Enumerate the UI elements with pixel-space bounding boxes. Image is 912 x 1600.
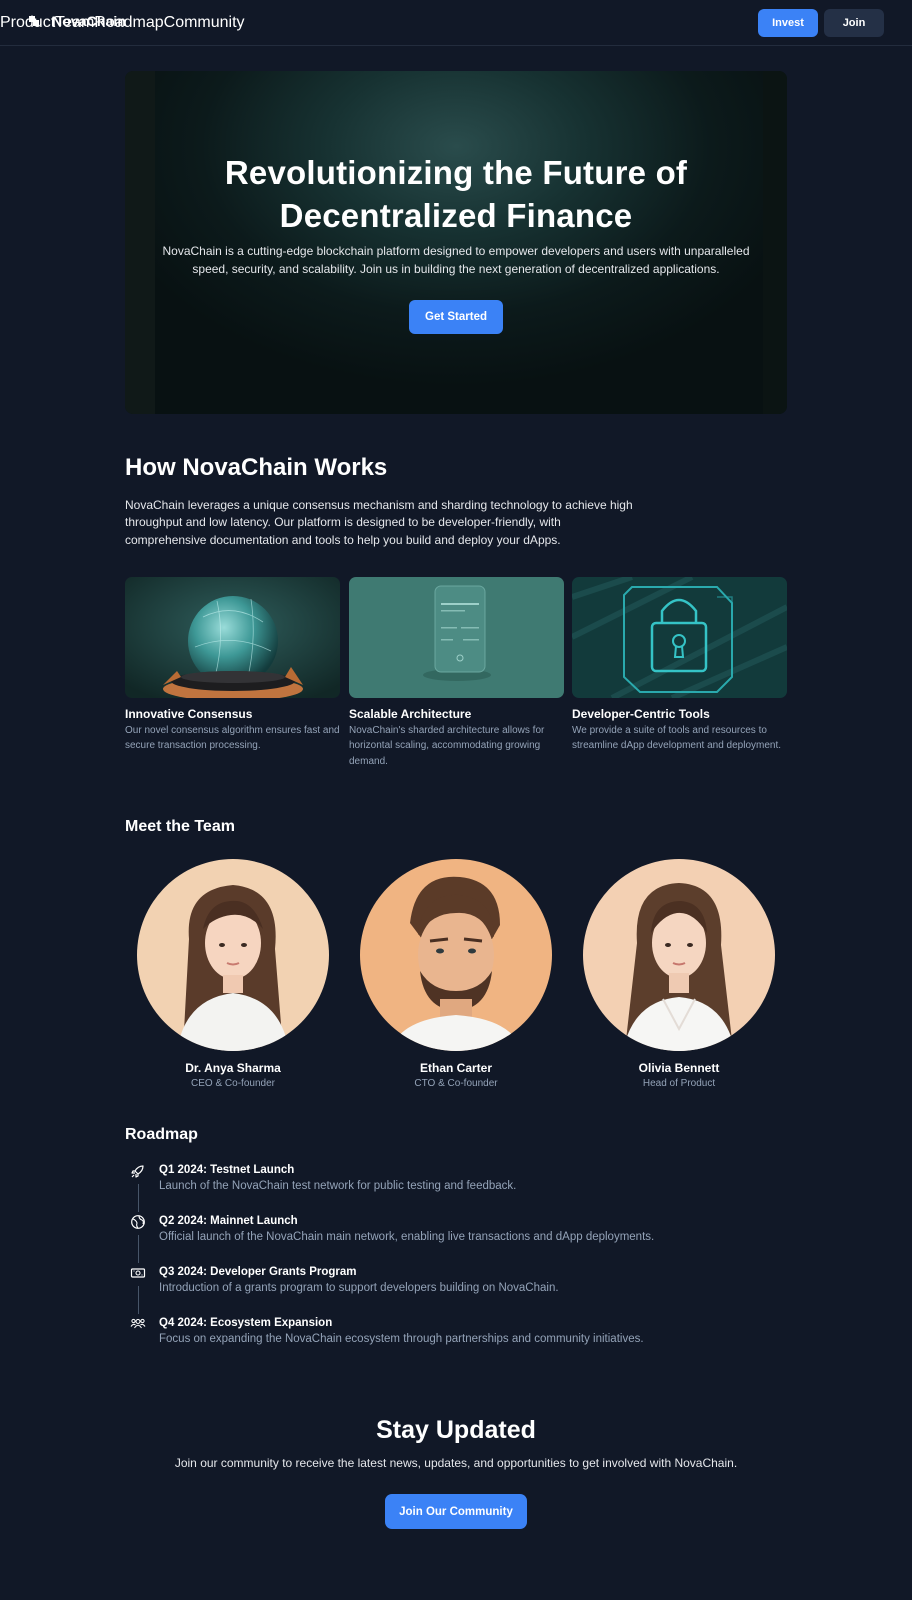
- card-title: Scalable Architecture: [349, 707, 472, 721]
- invest-button[interactable]: Invest: [758, 9, 818, 37]
- timeline-connector: [138, 1286, 139, 1314]
- roadmap-item: Q1 2024: Testnet Launch Launch of the No…: [130, 1163, 830, 1212]
- team-member-card: Dr. Anya Sharma CEO & Co-founder: [137, 859, 329, 1089]
- avatar: [137, 859, 329, 1051]
- nav-item-community[interactable]: Community: [164, 14, 245, 32]
- feature-card-tools: Developer-Centric Tools We provide a sui…: [572, 577, 787, 751]
- logo-icon: [28, 14, 42, 28]
- member-role: CTO & Co-founder: [414, 1078, 498, 1089]
- rocket-icon: [131, 1165, 144, 1178]
- brand-name: NovaChain: [52, 13, 127, 29]
- globe-icon: [131, 1215, 145, 1229]
- member-name: Ethan Carter: [419, 1061, 493, 1075]
- team-member-card: Ethan Carter CTO & Co-founder: [360, 859, 552, 1089]
- feature-card-consensus: Innovative Consensus Our novel consensus…: [125, 577, 340, 751]
- hero-title: Revolutionizing the Future of Decentrali…: [125, 151, 787, 237]
- card-title: Developer-Centric Tools: [572, 707, 710, 721]
- feature-card-architecture: Scalable Architecture NovaChain's sharde…: [349, 577, 564, 767]
- how-section-text: NovaChain leverages a unique consensus m…: [125, 498, 633, 547]
- avatar: [583, 859, 775, 1051]
- timeline-connector: [138, 1184, 139, 1212]
- how-section-title: How NovaChain Works: [125, 454, 388, 481]
- card-title: Innovative Consensus: [125, 707, 253, 721]
- roadmap-item-title: Q2 2024: Mainnet Launch: [159, 1215, 298, 1227]
- card-text: NovaChain's sharded architecture allows …: [349, 725, 545, 767]
- roadmap-item: Q3 2024: Developer Grants Program Introd…: [130, 1265, 830, 1314]
- roadmap-item-text: Launch of the NovaChain test network for…: [159, 1180, 517, 1192]
- join-community-button[interactable]: Join Our Community: [385, 1494, 527, 1529]
- cta-title: Stay Updated: [376, 1416, 536, 1444]
- hero-banner: Revolutionizing the Future of Decentrali…: [125, 71, 787, 414]
- crystal-ball-image: [125, 577, 340, 698]
- roadmap-item-title: Q4 2024: Ecosystem Expansion: [159, 1317, 333, 1329]
- roadmap-item: Q2 2024: Mainnet Launch Official launch …: [130, 1214, 830, 1263]
- team-member-card: Olivia Bennett Head of Product: [583, 859, 775, 1089]
- site-header: NovaChain Product Team Roadmap Community…: [0, 0, 912, 46]
- avatar: [360, 859, 552, 1051]
- roadmap-item-title: Q3 2024: Developer Grants Program: [159, 1266, 357, 1278]
- team-section-title: Meet the Team: [125, 818, 235, 835]
- hero-title-line2: Decentralized Finance: [279, 197, 633, 234]
- roadmap-item-text: Focus on expanding the NovaChain ecosyst…: [159, 1333, 644, 1345]
- member-role: CEO & Co-founder: [191, 1078, 275, 1089]
- roadmap-item-text: Introduction of a grants program to supp…: [159, 1282, 559, 1294]
- timeline-connector: [138, 1235, 139, 1263]
- hero-subtitle: NovaChain is a cutting-edge blockchain p…: [162, 244, 750, 276]
- member-name: Olivia Bennett: [638, 1061, 720, 1075]
- money-icon: [130, 1268, 146, 1278]
- padlock-image: [572, 577, 787, 698]
- roadmap-item-title: Q1 2024: Testnet Launch: [159, 1164, 295, 1176]
- hero-title-line1: Revolutionizing the Future of: [224, 154, 688, 191]
- card-text: Our novel consensus algorithm ensures fa…: [125, 725, 340, 752]
- roadmap-item: Q4 2024: Ecosystem Expansion Focus on ex…: [130, 1316, 830, 1356]
- member-role: Head of Product: [642, 1078, 716, 1089]
- roadmap-section-title: Roadmap: [125, 1126, 198, 1143]
- roadmap-item-text: Official launch of the NovaChain main ne…: [159, 1231, 655, 1243]
- brand-logo[interactable]: NovaChain: [28, 13, 126, 29]
- join-button[interactable]: Join: [824, 9, 884, 37]
- card-text: We provide a suite of tools and resource…: [572, 725, 782, 752]
- get-started-button[interactable]: Get Started: [409, 300, 503, 334]
- users-icon: [130, 1318, 146, 1329]
- cta-text: Join our community to receive the latest…: [174, 1456, 738, 1470]
- member-name: Dr. Anya Sharma: [185, 1061, 281, 1075]
- phone-image: [349, 577, 564, 698]
